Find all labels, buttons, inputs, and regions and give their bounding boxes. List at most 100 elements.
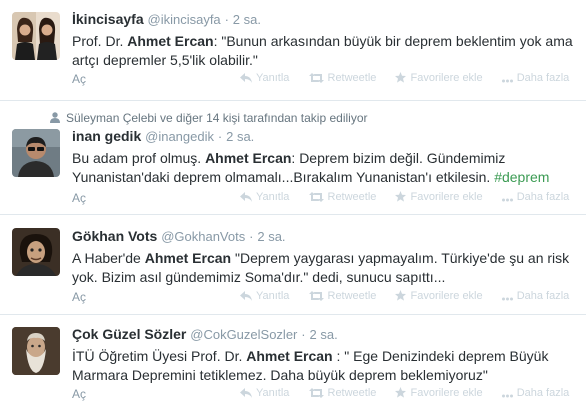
more-dots-icon — [501, 198, 513, 202]
tweet-header: Çok Güzel Sözler @CokGuzelSozler · 2 sa. — [72, 325, 576, 344]
tweet-header: Gökhan Vots @GokhanVots · 2 sa. — [72, 227, 576, 246]
fullname[interactable]: inan gedik — [72, 128, 141, 144]
tweet-actions: Yanıtla Retweetle Favorilere ekle Daha f… — [240, 387, 585, 399]
star-icon — [395, 290, 407, 301]
tweet-footer: Aç Yanıtla Retweetle Favorilere ekle Dah… — [72, 72, 576, 90]
retweet-button[interactable]: Retweetle — [308, 72, 377, 84]
favorite-button[interactable]: Favorilere ekle — [395, 290, 483, 302]
timestamp[interactable]: 2 sa. — [310, 327, 338, 342]
reply-icon — [240, 291, 252, 301]
separator: · — [301, 327, 306, 342]
reply-button[interactable]: Yanıtla — [240, 387, 289, 399]
retweet-icon — [308, 192, 324, 202]
tweet-actions: Yanıtla Retweetle Favorilere ekle Daha f… — [240, 290, 585, 302]
highlighted-name: Ahmet Ercan — [127, 33, 214, 49]
more-button[interactable]: Daha fazla — [501, 387, 570, 399]
favorite-button[interactable]: Favorilere ekle — [395, 191, 483, 203]
username[interactable]: @inangedik — [145, 129, 214, 144]
highlighted-name: Ahmet Ercan — [144, 250, 232, 266]
timeline: İkincisayfa @ikincisayfa · 2 sa. Prof. D… — [0, 0, 586, 415]
separator: · — [217, 129, 223, 144]
tweet-actions: Yanıtla Retweetle Favorilere ekle Daha f… — [240, 191, 585, 203]
username[interactable]: @ikincisayfa — [148, 12, 221, 27]
more-dots-icon — [501, 79, 513, 83]
avatar[interactable] — [12, 327, 60, 375]
avatar[interactable] — [12, 12, 60, 60]
hashtag-link[interactable]: #deprem — [494, 169, 549, 185]
favorite-label: Favorilere ekle — [410, 191, 483, 203]
more-dots-icon — [501, 394, 513, 398]
highlighted-name: Ahmet Ercan — [246, 348, 333, 364]
tweet-header: inan gedik @inangedik · 2 sa. — [72, 127, 576, 146]
favorite-label: Favorilere ekle — [410, 290, 483, 302]
fullname[interactable]: İkincisayfa — [72, 11, 144, 27]
tweet-text: Prof. Dr. Ahmet Ercan: "Bunun arkasından… — [72, 32, 576, 70]
more-button[interactable]: Daha fazla — [501, 72, 570, 84]
reply-label: Yanıtla — [256, 290, 290, 302]
fullname[interactable]: Gökhan Vots — [72, 228, 157, 244]
reply-button[interactable]: Yanıtla — [240, 191, 289, 203]
more-label: Daha fazla — [516, 387, 570, 399]
avatar[interactable] — [12, 228, 60, 276]
tweet-item[interactable]: Gökhan Vots @GokhanVots · 2 sa. A Haber'… — [0, 215, 586, 315]
reply-button[interactable]: Yanıtla — [240, 290, 289, 302]
open-tweet-link[interactable]: Aç — [72, 72, 86, 86]
tweet-footer: Aç Yanıtla Retweetle Favorilere ekle Dah… — [72, 387, 576, 405]
tweet-text-part: A Haber'de — [72, 250, 145, 266]
tweet-text-part: İTÜ Öğretim Üyesi Prof. Dr. — [72, 348, 247, 364]
more-label: Daha fazla — [516, 72, 570, 84]
retweet-button[interactable]: Retweetle — [308, 191, 377, 203]
tweet-actions: Yanıtla Retweetle Favorilere ekle Daha f… — [240, 72, 585, 84]
favorite-button[interactable]: Favorilere ekle — [395, 387, 483, 399]
reply-icon — [240, 192, 252, 202]
star-icon — [395, 387, 407, 398]
tweet-item[interactable]: İkincisayfa @ikincisayfa · 2 sa. Prof. D… — [0, 0, 586, 101]
username[interactable]: @CokGuzelSozler — [190, 327, 297, 342]
fullname[interactable]: Çok Güzel Sözler — [72, 326, 186, 342]
retweet-icon — [308, 73, 324, 83]
reply-label: Yanıtla — [256, 191, 290, 203]
tweet-header: İkincisayfa @ikincisayfa · 2 sa. — [72, 10, 576, 29]
open-tweet-link[interactable]: Aç — [72, 387, 86, 401]
reply-icon — [240, 73, 252, 83]
retweet-icon — [308, 388, 324, 398]
retweet-icon — [308, 291, 324, 301]
tweet-text-part: Bu adam prof olmuş. — [72, 150, 206, 166]
timestamp[interactable]: 2 sa. — [226, 129, 254, 144]
avatar[interactable] — [12, 129, 60, 177]
more-label: Daha fazla — [516, 290, 570, 302]
separator: · — [249, 229, 254, 244]
star-icon — [395, 191, 407, 202]
favorite-button[interactable]: Favorilere ekle — [395, 72, 483, 84]
retweet-label: Retweetle — [327, 387, 377, 399]
star-icon — [395, 72, 407, 83]
tweet-text: A Haber'de Ahmet Ercan "Deprem yaygarası… — [72, 249, 576, 287]
more-label: Daha fazla — [516, 191, 570, 203]
timestamp[interactable]: 2 sa. — [233, 12, 261, 27]
tweet-item[interactable]: inan gedik @inangedik · 2 sa. Bu adam pr… — [0, 101, 586, 215]
retweet-button[interactable]: Retweetle — [308, 387, 377, 399]
tweet-footer: Aç Yanıtla Retweetle Favorilere ekle Dah… — [72, 191, 576, 209]
reply-icon — [240, 388, 252, 398]
retweet-button[interactable]: Retweetle — [308, 290, 377, 302]
separator: · — [224, 12, 229, 27]
reply-button[interactable]: Yanıtla — [240, 72, 289, 84]
highlighted-name: Ahmet Ercan — [205, 150, 292, 166]
retweet-label: Retweetle — [327, 290, 377, 302]
timestamp[interactable]: 2 sa. — [257, 229, 285, 244]
tweet-text: Bu adam prof olmuş. Ahmet Ercan: Deprem … — [72, 149, 576, 187]
more-button[interactable]: Daha fazla — [501, 191, 570, 203]
more-dots-icon — [501, 297, 513, 301]
tweet-footer: Aç Yanıtla Retweetle Favorilere ekle Dah… — [72, 290, 576, 308]
tweet-text-part: Prof. Dr. — [72, 33, 128, 49]
reply-label: Yanıtla — [256, 387, 290, 399]
tweet-item[interactable]: Çok Güzel Sözler @CokGuzelSozler · 2 sa.… — [0, 315, 586, 415]
username[interactable]: @GokhanVots — [161, 229, 245, 244]
open-tweet-link[interactable]: Aç — [72, 191, 86, 205]
favorite-label: Favorilere ekle — [410, 72, 483, 84]
tweet-text: İTÜ Öğretim Üyesi Prof. Dr. Ahmet Ercan … — [72, 347, 576, 385]
more-button[interactable]: Daha fazla — [501, 290, 570, 302]
open-tweet-link[interactable]: Aç — [72, 290, 86, 304]
retweet-label: Retweetle — [327, 72, 377, 84]
retweet-label: Retweetle — [327, 191, 377, 203]
